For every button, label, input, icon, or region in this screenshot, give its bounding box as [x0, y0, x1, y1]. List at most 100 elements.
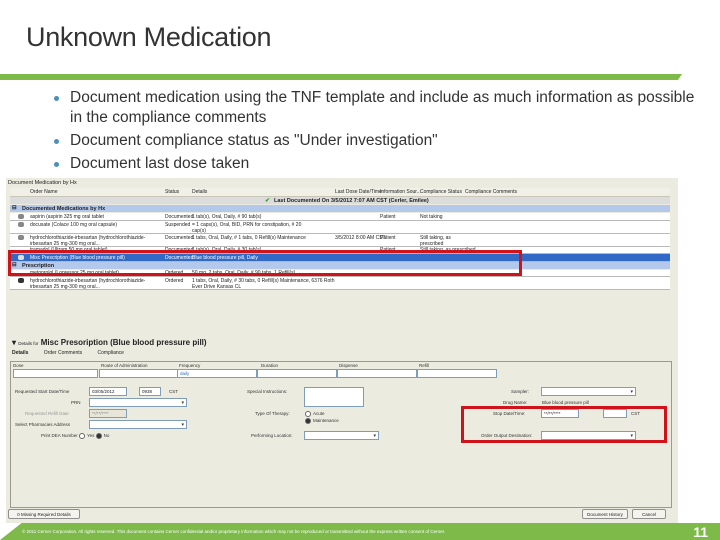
bullet-dot-icon [54, 139, 59, 144]
tz-label: CST [169, 389, 178, 394]
dose-label: Dose [13, 363, 24, 368]
table-row[interactable]: hydrochlorothiazide-irbesartan (hydrochl… [10, 277, 670, 290]
row-details: 1 tab(s), Oral, Daily, # 90 tab(s) [192, 214, 262, 220]
table-row[interactable]: aspirin (aspirin 325 mg oral tablet Docu… [10, 213, 670, 221]
pill-icon [18, 235, 24, 240]
row-status: Ordered [165, 278, 184, 284]
refill-label: Refill [419, 363, 430, 368]
pharmacy-label: Select Pharmacies Address [15, 422, 71, 427]
therapy-label: Type Of Therapy: [255, 411, 290, 416]
dea-row: Print DEA Number Yes No [41, 433, 109, 439]
bullet-text: Document medication using the TNF templa… [70, 89, 695, 126]
tab-details[interactable]: Details [12, 350, 28, 356]
bullet-list: Document medication using the TNF templa… [46, 88, 706, 177]
col-last-dose[interactable]: Last Dose Date/Time [335, 189, 382, 195]
refill-date-label: Requested Refill Date [25, 411, 69, 416]
row-details: 1 tabs, Oral, Daily, # 1 tabs, 0 Refill(… [192, 235, 306, 241]
col-status[interactable]: Status [165, 189, 179, 195]
duration-input[interactable] [257, 369, 337, 378]
collapse-icon[interactable]: ⊟ [12, 205, 17, 211]
row-compliance: Not taking [420, 214, 443, 220]
route-input[interactable] [99, 369, 179, 378]
dea-yes-radio[interactable] [79, 433, 86, 439]
row-last-dose: 3/5/2012 8:00 AM CST [335, 235, 386, 241]
row-name: aspirin (aspirin 325 mg oral tablet [30, 214, 104, 220]
dispense-input[interactable] [337, 369, 417, 378]
prn-label: PRN [71, 400, 81, 405]
acute-option[interactable]: Acute [305, 411, 325, 417]
cancel-button[interactable]: Cancel [632, 509, 666, 519]
start-date-label: Requested Start Date/Time [15, 389, 70, 394]
acute-label: Acute [313, 411, 325, 417]
maintenance-option[interactable]: Maintenance [305, 418, 339, 424]
footer-copyright: © 2011 Cerner Corporation. All rights re… [22, 529, 446, 534]
bullet-item: Document compliance status as "Under inv… [46, 131, 706, 151]
tab-compliance[interactable]: Compliance [98, 350, 124, 356]
maintenance-radio[interactable] [305, 418, 311, 424]
col-details[interactable]: Details [192, 189, 207, 195]
drug-name-label: Drug Name: [503, 400, 528, 405]
medication-app-window: Document Medication by Hx Order Name Sta… [6, 178, 678, 523]
details-header: ▾ Details for Misc Presoription (Blue bl… [12, 338, 207, 347]
row-name: hydrochlorothiazide-irbesartan (hydrochl… [30, 235, 146, 247]
details-tabs: Details Order Comments Compliance [12, 350, 138, 356]
group-label: Documented Medications by Hx [22, 206, 106, 212]
pharmacy-dropdown[interactable] [89, 420, 187, 429]
duration-label: Duration [261, 363, 279, 368]
sampler-label: Sampler: [511, 389, 530, 394]
no-label: No [103, 433, 110, 439]
highlight-box-stop-date [461, 406, 667, 443]
dispense-label: Dispense [339, 363, 358, 368]
bullet-item: Document last dose taken [46, 154, 706, 174]
performing-location-dropdown[interactable] [304, 431, 379, 440]
refill-input[interactable] [417, 369, 497, 378]
drug-name-value: Blue blood pressure pill [542, 400, 589, 405]
green-rule [0, 74, 682, 80]
col-order-name[interactable]: Order Name [30, 189, 58, 195]
slide-title: Unknown Medication [26, 22, 272, 52]
grid-header: Order Name Status Details Last Dose Date… [10, 188, 670, 197]
bullet-text: Document compliance status as "Under inv… [70, 132, 438, 149]
pill-icon [18, 214, 24, 219]
bullet-text: Document last dose taken [70, 155, 250, 172]
frequency-input[interactable]: daily [177, 369, 257, 378]
highlight-box-selected-row [8, 250, 522, 276]
row-details: = 1 caps(s), Oral, BID, PRN for constipa… [192, 222, 302, 234]
details-prefix: Details for [18, 341, 39, 346]
prescription-icon [18, 278, 24, 283]
row-status: Documented [165, 214, 194, 220]
group-documented[interactable]: ⊟ Documented Medications by Hx [10, 205, 670, 212]
dose-input[interactable] [13, 369, 98, 378]
tab-order-comments[interactable]: Order Comments [44, 350, 82, 356]
bullet-dot-icon [54, 162, 59, 167]
document-history-button[interactable]: Document History [582, 509, 628, 519]
sampler-dropdown[interactable] [541, 387, 636, 396]
maintenance-label: Maintenance [313, 418, 339, 424]
col-compliance-status[interactable]: Compliance Status [420, 189, 462, 195]
acute-radio[interactable] [305, 411, 311, 417]
dea-no-radio[interactable] [95, 433, 102, 439]
window-title: Document Medication by Hx [8, 180, 77, 186]
pill-icon [18, 222, 24, 227]
special-instructions-label: Special Instructions: [247, 389, 288, 394]
table-row[interactable]: hydrochlorothiazide-irbesartan (hydrochl… [10, 234, 670, 247]
col-info-source[interactable]: Information Sour... [380, 189, 421, 195]
row-name: docusate (Colace 100 mg oral capsule) [30, 222, 117, 228]
collapse-arrow-icon[interactable]: ▾ [12, 338, 16, 347]
route-label: Route of Administration [101, 363, 148, 368]
details-title: Misc Presoription (Blue blood pressure p… [40, 338, 207, 347]
start-time-input[interactable]: 0938 [139, 387, 161, 396]
prn-dropdown[interactable] [89, 398, 187, 407]
dea-label: Print DEA Number [41, 433, 78, 439]
check-icon: ✔ [265, 198, 271, 204]
row-name: hydrochlorothiazide-irbesartan (hydrochl… [30, 278, 146, 290]
special-instructions-input[interactable] [304, 387, 364, 407]
row-status: Documented [165, 235, 194, 241]
table-row[interactable]: docusate (Colace 100 mg oral capsule) Su… [10, 221, 670, 234]
refill-date-input[interactable]: **/**/**** [89, 409, 127, 418]
col-compliance-comments[interactable]: Compliance Comments [465, 189, 517, 195]
start-date-input[interactable]: 03/05/2012 [89, 387, 127, 396]
last-documented-text: Last Documented On 3/5/2012 7:07 AM CST … [274, 198, 429, 204]
row-compliance: Still taking, as prescribed [420, 235, 451, 247]
missing-required-button[interactable]: 0 Missing Required Details [8, 509, 80, 519]
